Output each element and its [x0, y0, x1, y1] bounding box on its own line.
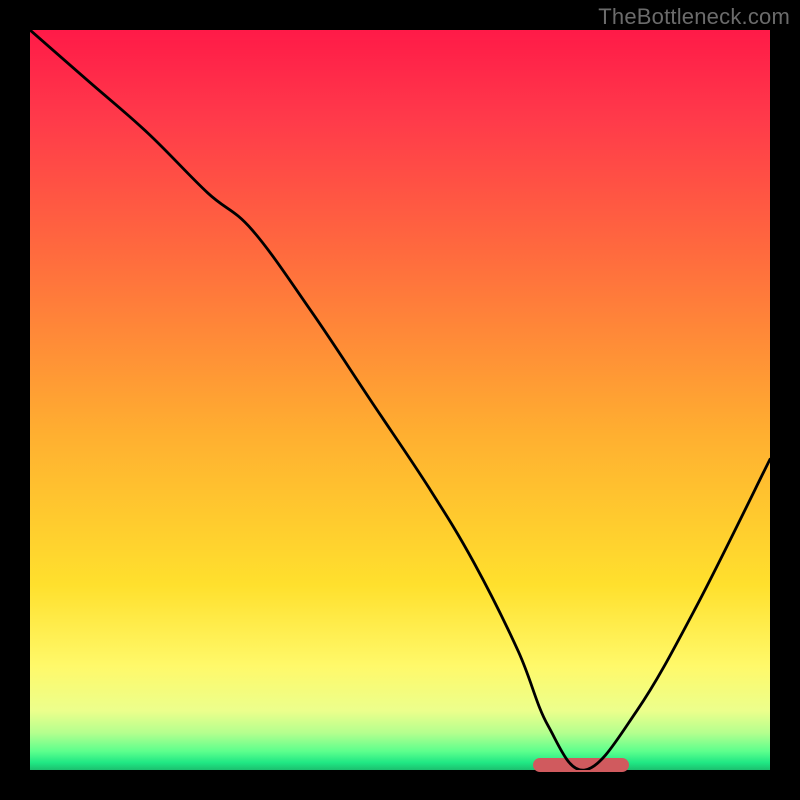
bottleneck-curve	[30, 30, 770, 770]
curve-path	[30, 30, 770, 770]
chart-frame: TheBottleneck.com	[0, 0, 800, 800]
watermark-text: TheBottleneck.com	[598, 4, 790, 30]
plot-area	[30, 30, 770, 770]
